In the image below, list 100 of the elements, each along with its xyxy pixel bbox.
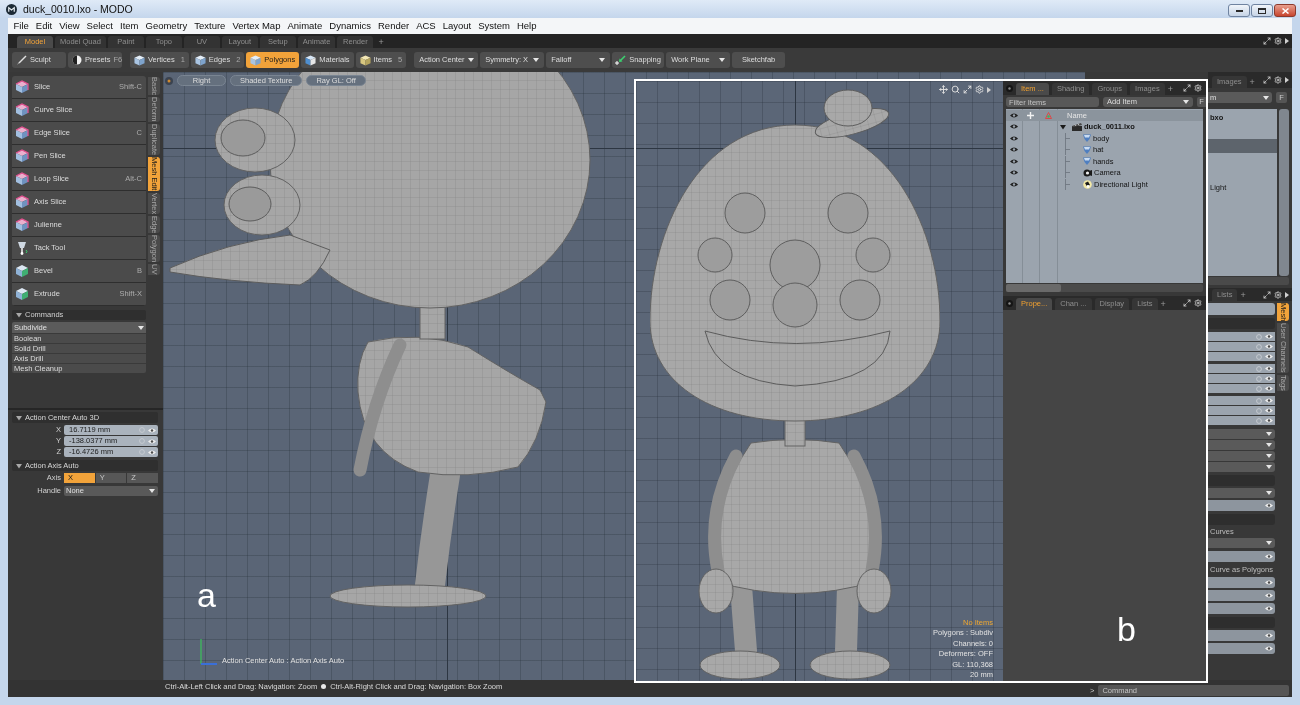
eye-icon[interactable]: [1010, 158, 1018, 164]
eye-icon[interactable]: [1265, 408, 1273, 413]
eye-icon[interactable]: [1265, 354, 1273, 359]
eye-icon[interactable]: [1265, 646, 1273, 651]
input-field[interactable]: [1208, 590, 1275, 601]
scrollbar-track[interactable]: [1279, 109, 1289, 276]
menu-item[interactable]: ACS: [412, 21, 440, 31]
menu-item[interactable]: Texture: [190, 21, 229, 31]
add-tab-button[interactable]: +: [375, 36, 387, 48]
eye-icon[interactable]: [1010, 170, 1018, 176]
expand-icon[interactable]: [963, 85, 972, 94]
eye-icon[interactable]: [1265, 418, 1273, 423]
input-field[interactable]: [1208, 406, 1275, 415]
menu-item[interactable]: Vertex Map: [228, 21, 284, 31]
menu-item[interactable]: File: [10, 21, 33, 31]
menu-item[interactable]: Render: [374, 21, 413, 31]
eye-icon[interactable]: [148, 427, 156, 433]
settings-icon[interactable]: [1194, 84, 1202, 92]
dropdown-field[interactable]: [1208, 462, 1275, 472]
eye-icon[interactable]: [1265, 386, 1273, 391]
input-field[interactable]: [1208, 384, 1275, 393]
menu-item[interactable]: Help: [513, 21, 540, 31]
panel-menu-icon[interactable]: [1006, 299, 1013, 307]
expand-icon[interactable]: [1183, 84, 1191, 92]
eye-icon[interactable]: [1010, 135, 1018, 141]
input-field[interactable]: [1208, 332, 1275, 341]
expand-icon[interactable]: [1183, 299, 1191, 307]
input-field[interactable]: [1208, 352, 1275, 361]
scrollbar-thumb[interactable]: [1006, 284, 1061, 292]
scrollbar-track[interactable]: [1208, 277, 1289, 285]
settings-icon[interactable]: [1194, 299, 1202, 307]
expand-icon[interactable]: [1263, 76, 1271, 84]
scrollbar-track[interactable]: [1006, 284, 1203, 292]
caret-right-icon[interactable]: [1285, 38, 1289, 44]
eye-icon[interactable]: [1010, 124, 1018, 130]
menu-item[interactable]: View: [55, 21, 84, 31]
add-tab-button[interactable]: +: [1160, 298, 1166, 310]
menu-item[interactable]: Geometry: [142, 21, 191, 31]
eye-icon[interactable]: [148, 449, 156, 455]
menu-item[interactable]: Layout: [439, 21, 475, 31]
expand-arrow-icon[interactable]: [16, 414, 22, 421]
add-tab-button[interactable]: +: [1240, 289, 1246, 301]
input-field[interactable]: [1208, 603, 1275, 614]
input-field[interactable]: [1208, 416, 1275, 425]
input-field[interactable]: [1208, 551, 1275, 562]
viewport-menu-icon[interactable]: [165, 76, 173, 85]
expand-arrow-icon[interactable]: [16, 312, 22, 318]
eye-icon[interactable]: [148, 438, 156, 444]
caret-right-icon[interactable]: [1285, 77, 1289, 83]
eye-icon[interactable]: [1265, 503, 1273, 508]
input-field[interactable]: [1208, 364, 1275, 373]
panel-menu-icon[interactable]: [1006, 84, 1013, 92]
expand-icon[interactable]: [1263, 37, 1271, 45]
eye-icon[interactable]: [1265, 633, 1273, 638]
expand-arrow-icon[interactable]: [1060, 123, 1066, 130]
eye-icon[interactable]: [1265, 344, 1273, 349]
menu-item[interactable]: Select: [83, 21, 117, 31]
eye-icon[interactable]: [1265, 398, 1273, 403]
eye-icon[interactable]: [1265, 334, 1273, 339]
caret-right-icon[interactable]: [1285, 291, 1289, 298]
input-field[interactable]: [1208, 303, 1275, 315]
menu-item[interactable]: Animate: [283, 21, 326, 31]
input-field[interactable]: [1208, 342, 1275, 351]
dropdown-field[interactable]: [1208, 429, 1275, 439]
eye-icon[interactable]: [1265, 554, 1273, 559]
eye-icon[interactable]: [1265, 376, 1273, 381]
expand-arrow-icon[interactable]: [16, 462, 22, 469]
expand-icon[interactable]: [1263, 290, 1271, 299]
maximize-button[interactable]: [1251, 4, 1273, 17]
eye-icon[interactable]: [1265, 580, 1273, 585]
eye-icon[interactable]: [1010, 147, 1018, 153]
dropdown-field[interactable]: [1208, 488, 1275, 498]
settings-icon[interactable]: [1274, 76, 1282, 84]
settings-icon[interactable]: [1274, 37, 1282, 45]
settings-icon[interactable]: [975, 85, 984, 94]
input-field[interactable]: [1208, 643, 1275, 654]
move-icon[interactable]: [939, 85, 948, 94]
settings-icon[interactable]: [1274, 290, 1282, 299]
input-field[interactable]: [1208, 396, 1275, 405]
dropdown-field[interactable]: [1208, 451, 1275, 461]
dropdown-field[interactable]: [1208, 440, 1275, 450]
add-tab-button[interactable]: +: [1167, 83, 1173, 95]
eye-icon[interactable]: [1265, 593, 1273, 598]
close-button[interactable]: [1274, 4, 1296, 17]
dropdown-field[interactable]: [1208, 538, 1275, 548]
menu-item[interactable]: Edit: [32, 21, 56, 31]
menu-item[interactable]: Dynamics: [325, 21, 375, 31]
eye-icon[interactable]: [1265, 606, 1273, 611]
menu-item[interactable]: Item: [116, 21, 142, 31]
eye-icon[interactable]: [1265, 366, 1273, 371]
input-field[interactable]: [1208, 500, 1275, 511]
eye-icon[interactable]: [1010, 181, 1018, 187]
input-field[interactable]: [1208, 577, 1275, 588]
eye-icon[interactable]: [1010, 113, 1018, 118]
search-icon[interactable]: [951, 85, 960, 94]
add-tab-button[interactable]: +: [1249, 76, 1255, 88]
minimize-button[interactable]: [1228, 4, 1250, 17]
menu-item[interactable]: System: [474, 21, 514, 31]
input-field[interactable]: [1208, 374, 1275, 383]
input-field[interactable]: [1208, 630, 1275, 641]
